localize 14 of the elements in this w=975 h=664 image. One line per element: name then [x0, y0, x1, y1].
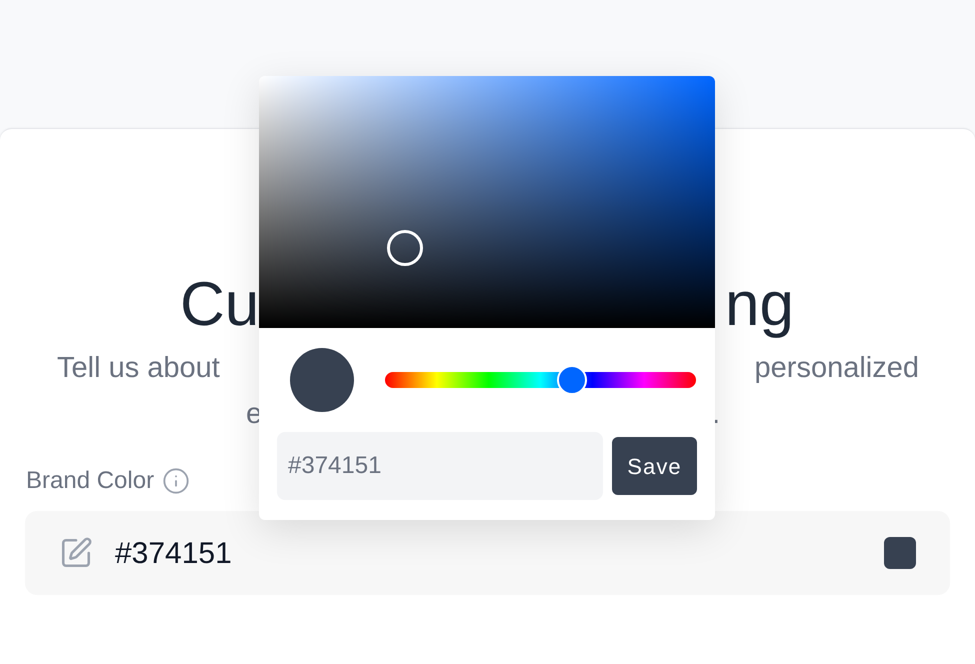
pencil-icon: [59, 536, 93, 570]
color-field[interactable]: #374151: [25, 511, 950, 595]
save-button[interactable]: Save: [612, 437, 697, 495]
page-heading: ng: [725, 269, 794, 341]
hue-slider[interactable]: [385, 365, 696, 395]
saturation-area[interactable]: [259, 76, 715, 328]
field-label: Brand Color: [26, 466, 154, 496]
hex-input[interactable]: #374151: [277, 432, 603, 500]
subtitle-text: personalized: [754, 351, 919, 386]
color-swatch[interactable]: [884, 537, 916, 569]
color-value: #374151: [115, 536, 232, 572]
subtitle-text: Tell us about: [57, 351, 220, 386]
picker-handle[interactable]: [387, 230, 423, 266]
page-heading: Cu: [180, 269, 260, 341]
